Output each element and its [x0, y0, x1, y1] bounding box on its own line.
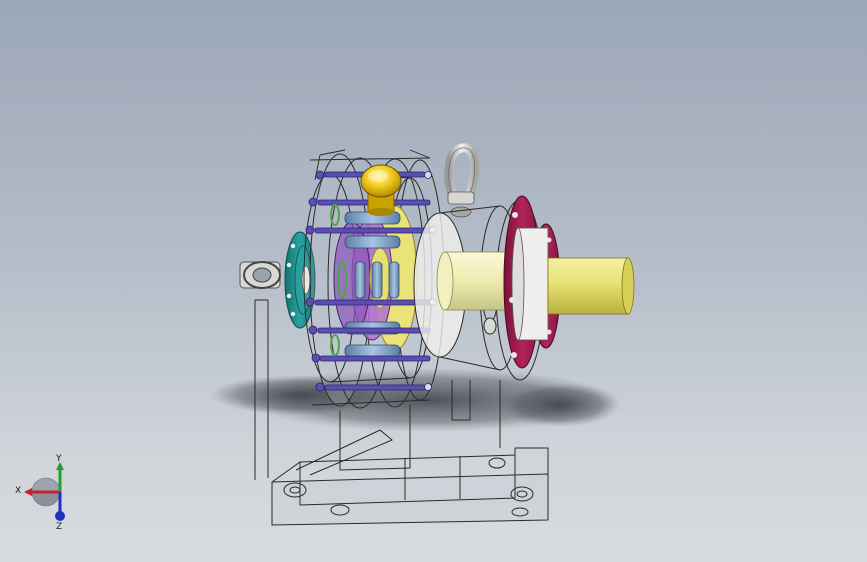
cad-viewport[interactable]: X Y Z	[0, 0, 867, 562]
view-orientation-triad[interactable]: X Y Z	[10, 450, 90, 540]
lifting-eye[interactable]	[444, 143, 480, 218]
triad-axes	[24, 462, 65, 521]
y-axis-label: Y	[56, 454, 62, 464]
input-eye-bolt[interactable]	[239, 261, 281, 289]
output-shaft[interactable]	[547, 257, 635, 315]
z-axis-label: Z	[56, 522, 63, 532]
intermediate-shaft[interactable]	[436, 251, 506, 311]
x-axis-label: X	[15, 486, 22, 496]
floor-shadow	[210, 368, 620, 432]
gear-reducer-model[interactable]	[0, 0, 867, 562]
